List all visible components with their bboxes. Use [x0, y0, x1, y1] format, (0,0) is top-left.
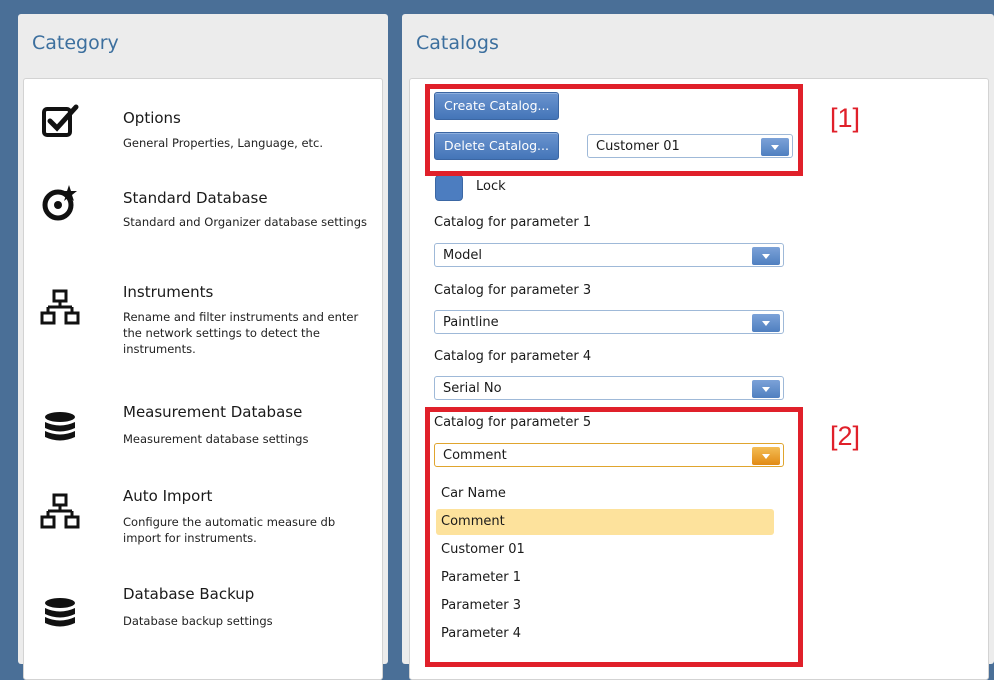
category-item-desc: Standard and Organizer database settings: [123, 215, 367, 229]
category-item-database-backup[interactable]: Database Backup Database backup settings: [24, 579, 382, 659]
param-1-select[interactable]: Model: [434, 243, 784, 267]
lock-checkbox[interactable]: [435, 175, 463, 201]
category-item-title: Standard Database: [123, 189, 268, 207]
chevron-down-icon[interactable]: [752, 314, 780, 332]
param-3-value: Paintline: [443, 315, 499, 330]
category-item-auto-import[interactable]: Auto Import Configure the automatic meas…: [24, 479, 382, 559]
category-item-title: Instruments: [123, 283, 214, 301]
network-icon: [38, 285, 82, 329]
param-4-label: Catalog for parameter 4: [434, 349, 592, 364]
catalogs-content: Create Catalog... Delete Catalog... Cust…: [409, 78, 989, 680]
category-item-title: Options: [123, 109, 181, 127]
catalogs-title: Catalogs: [416, 32, 499, 54]
annotation-label-1: [1]: [830, 103, 861, 133]
target-star-icon: [38, 181, 82, 225]
param-1-value: Model: [443, 248, 483, 263]
param-3-label: Catalog for parameter 3: [434, 283, 592, 298]
param-4-value: Serial No: [443, 381, 502, 396]
param-4-select[interactable]: Serial No: [434, 376, 784, 400]
category-item-options[interactable]: Options General Properties, Language, et…: [24, 89, 382, 169]
annotation-box-2: [425, 407, 803, 667]
param-1-label: Catalog for parameter 1: [434, 215, 592, 230]
annotation-label-2: [2]: [830, 421, 861, 451]
category-item-desc: Measurement database settings: [123, 432, 309, 446]
category-item-desc: Rename and filter instruments and enter …: [123, 310, 359, 356]
chevron-down-icon[interactable]: [752, 380, 780, 398]
catalogs-panel: Catalogs Create Catalog... Delete Catalo…: [402, 14, 994, 680]
category-item-desc: Database backup settings: [123, 614, 273, 628]
category-item-title: Measurement Database: [123, 403, 303, 421]
category-item-desc: General Properties, Language, etc.: [123, 136, 324, 150]
chevron-down-icon[interactable]: [752, 247, 780, 265]
category-item-instruments[interactable]: Instruments Rename and filter instrument…: [24, 275, 382, 375]
category-item-desc: Configure the automatic measure db impor…: [123, 515, 336, 545]
checkbox-check-icon: [38, 99, 82, 143]
category-panel: Category Options General Properties, Lan…: [18, 14, 388, 680]
category-item-title: Auto Import: [123, 487, 213, 505]
category-list: Options General Properties, Language, et…: [23, 78, 383, 680]
network-icon: [38, 489, 82, 533]
database-icon: [38, 407, 82, 451]
annotation-box-1: [425, 84, 803, 176]
category-item-measurement-database[interactable]: Measurement Database Measurement databas…: [24, 397, 382, 477]
category-title: Category: [32, 32, 119, 54]
category-item-title: Database Backup: [123, 585, 255, 603]
param-3-select[interactable]: Paintline: [434, 310, 784, 334]
category-item-standard-database[interactable]: Standard Database Standard and Organizer…: [24, 171, 382, 251]
database-icon: [38, 593, 82, 637]
lock-label: Lock: [476, 179, 506, 194]
